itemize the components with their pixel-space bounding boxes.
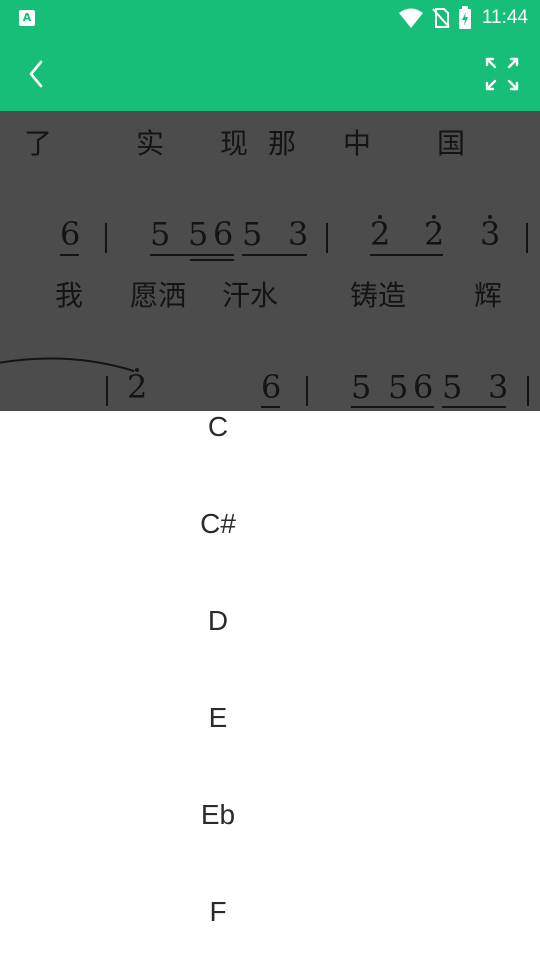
lyric: 铸造 bbox=[350, 279, 407, 312]
key-option-f[interactable]: F bbox=[0, 896, 436, 960]
note: 5 bbox=[150, 215, 171, 253]
note: 5 bbox=[188, 215, 209, 253]
note: 5 bbox=[442, 368, 463, 406]
expand-icon bbox=[485, 57, 519, 91]
lyric: 汗水 bbox=[222, 279, 279, 312]
underline bbox=[150, 254, 234, 256]
key-option-c[interactable]: C bbox=[0, 411, 436, 508]
numbered-score: 了 实 现 那 中 国 6 5 5 6 5 3 2 2 3 我 愿洒 汗水 铸造… bbox=[0, 111, 540, 411]
high-octave-dot bbox=[432, 215, 436, 219]
chevron-left-icon bbox=[29, 60, 43, 88]
toolbar bbox=[0, 36, 540, 111]
underline bbox=[60, 254, 79, 256]
barline bbox=[106, 376, 108, 406]
double-underline bbox=[190, 259, 234, 261]
note: 5 bbox=[351, 368, 372, 406]
barline bbox=[527, 376, 529, 406]
key-option-d[interactable]: D bbox=[0, 605, 436, 702]
fullscreen-button[interactable] bbox=[482, 54, 522, 94]
note: 6 bbox=[413, 368, 434, 406]
status-bar: A 11:44 bbox=[0, 0, 540, 36]
note: 3 bbox=[288, 215, 309, 253]
note: 6 bbox=[213, 215, 234, 253]
key-option-e[interactable]: E bbox=[0, 702, 436, 799]
lyric: 现 bbox=[220, 127, 249, 160]
barline bbox=[326, 223, 328, 253]
note: 3 bbox=[480, 215, 501, 253]
tie-arc bbox=[0, 357, 135, 372]
barline bbox=[526, 223, 528, 253]
key-option-e-flat[interactable]: Eb bbox=[0, 799, 436, 896]
lyric: 国 bbox=[437, 127, 466, 160]
status-icons: 11:44 bbox=[390, 0, 528, 36]
lyric: 中 bbox=[343, 127, 372, 160]
no-sim-icon bbox=[432, 8, 450, 28]
back-button[interactable] bbox=[16, 52, 56, 96]
lyric: 我 bbox=[55, 279, 84, 312]
note: 2 bbox=[127, 368, 148, 406]
battery-charging-icon bbox=[458, 6, 471, 29]
lyric: 辉 bbox=[474, 279, 503, 312]
high-octave-dot bbox=[135, 368, 139, 372]
note: 2 bbox=[424, 215, 445, 253]
underline bbox=[370, 254, 443, 256]
underline bbox=[351, 406, 434, 408]
barline bbox=[105, 223, 107, 253]
key-picker-list[interactable]: C C# D E Eb F bbox=[0, 411, 540, 960]
high-octave-dot bbox=[488, 215, 492, 219]
lyric: 了 bbox=[24, 127, 53, 160]
note: 5 bbox=[242, 215, 263, 253]
note: 5 bbox=[388, 368, 409, 406]
note: 3 bbox=[488, 368, 509, 406]
note: 2 bbox=[370, 215, 391, 253]
high-octave-dot bbox=[378, 215, 382, 219]
note: 6 bbox=[261, 368, 282, 406]
underline bbox=[261, 406, 280, 408]
barline bbox=[306, 376, 308, 406]
underline bbox=[442, 406, 506, 408]
key-option-c-sharp[interactable]: C# bbox=[0, 508, 436, 605]
lyric: 实 bbox=[136, 127, 165, 160]
underline bbox=[242, 254, 307, 256]
note: 6 bbox=[60, 215, 81, 253]
clock: 11:44 bbox=[481, 7, 528, 28]
app-notification-icon: A bbox=[19, 10, 35, 26]
lyric: 愿洒 bbox=[130, 279, 187, 312]
wifi-icon bbox=[398, 8, 423, 28]
lyric: 那 bbox=[268, 127, 297, 160]
